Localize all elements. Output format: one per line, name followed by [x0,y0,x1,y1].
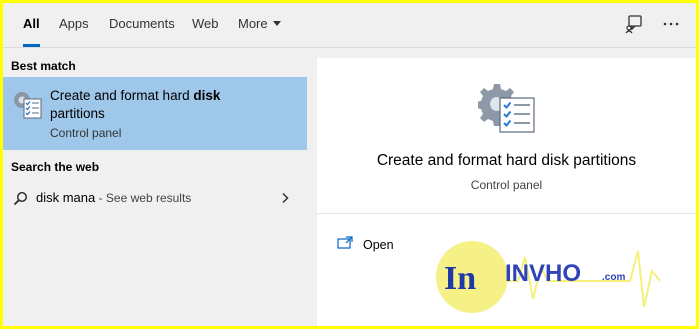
tab-more[interactable]: More [238,3,281,47]
tab-all[interactable]: All [23,3,40,47]
web-search-result[interactable]: disk mana - See web results [3,183,307,213]
tab-documents-label: Documents [109,16,175,31]
preview-header: Create and format hard disk partitions C… [317,58,696,214]
search-tabs-bar: All Apps Documents Web More [3,3,696,47]
tab-documents[interactable]: Documents [109,3,175,47]
chevron-down-icon [272,21,281,26]
preview-subtitle: Control panel [470,178,543,192]
more-options-icon[interactable] [660,13,682,35]
tab-all-label: All [23,16,40,31]
best-match-title-plain: Create and format hard [50,88,194,103]
watermark-text: INVHO [505,260,581,287]
tab-more-label: More [238,16,268,31]
tab-web-label: Web [192,16,219,31]
best-match-title: Create and format hard disk partitions [50,87,270,123]
search-icon [13,191,28,206]
tab-apps-label: Apps [59,16,89,31]
open-action-label: Open [363,238,394,252]
open-icon [337,236,353,249]
best-match-heading: Best match [11,59,76,73]
best-match-title-rest: partitions [50,106,105,121]
results-list: Best match Create and format hard disk p… [3,48,307,326]
control-panel-checklist-icon-large [478,84,535,133]
tab-apps[interactable]: Apps [59,3,89,47]
best-match-title-bold: disk [193,88,221,103]
invho-watermark-logo: In INVHO .com [436,241,660,313]
best-match-subtitle: Control panel [50,126,122,140]
web-result-suffix: - See web results [95,191,192,205]
control-panel-checklist-icon [14,92,42,119]
best-match-result[interactable]: Create and format hard disk partitions C… [3,77,307,150]
search-web-heading: Search the web [11,160,100,174]
preview-title: Create and format hard disk partitions [376,152,637,169]
watermark-logo-text: In [444,260,476,297]
feedback-icon[interactable] [623,13,645,35]
tab-web[interactable]: Web [192,3,219,47]
web-query: disk mana [36,190,96,205]
chevron-right-icon[interactable] [280,192,290,204]
web-result-text: disk mana - See web results [36,190,191,205]
watermark-suffix: .com [602,272,625,283]
